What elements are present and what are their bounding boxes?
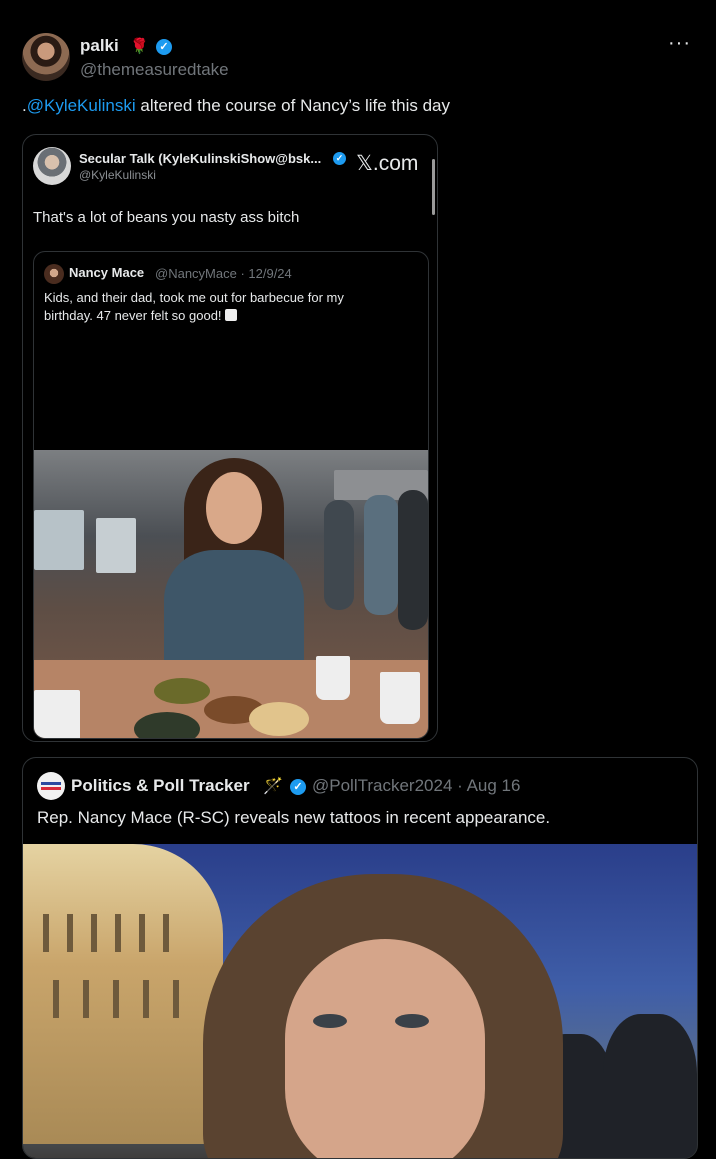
embed-tweet-text: That's a lot of beans you nasty ass bitc… (33, 209, 300, 226)
tweet-text: .@KyleKulinski altered the course of Nan… (22, 96, 450, 116)
window (96, 518, 136, 573)
poll-tracker-handle-date[interactable]: @PollTracker2024 · Aug 16 (312, 776, 520, 796)
quoted-handle-date[interactable]: @NancyMace · 12/9/24 (155, 266, 292, 281)
food-tray (154, 678, 210, 704)
background-person (398, 490, 428, 630)
author-handle[interactable]: @themeasuredtake (80, 60, 229, 80)
tree (603, 1014, 697, 1158)
embed-author-avatar[interactable] (33, 147, 71, 185)
column (113, 980, 119, 1018)
quoted-news-card[interactable]: Politics & Poll Tracker 🪄 ✓ @PollTracker… (22, 757, 698, 1159)
quote-card-text: Rep. Nancy Mace (R-SC) reveals new tatto… (37, 808, 551, 827)
avatar-stripe (41, 782, 61, 785)
embed-verified-icon: ✓ (333, 152, 346, 165)
tweet-text-rest: altered the course of Nancy’s life this … (135, 96, 450, 115)
embedded-tweet-card[interactable]: Secular Talk (KyleKulinskiShow@bsk... ✓ … (22, 134, 438, 742)
poll-tracker-name[interactable]: Politics & Poll Tracker (71, 776, 250, 796)
column (163, 914, 169, 952)
poll-tracker-avatar[interactable] (37, 772, 65, 800)
quoted-author-name[interactable]: Nancy Mace (69, 265, 144, 280)
background-person (324, 500, 354, 610)
poll-tracker-verified-icon: ✓ (290, 779, 306, 795)
window (34, 510, 84, 570)
eye (395, 1014, 429, 1028)
embed-scrollbar[interactable] (432, 159, 435, 215)
quoted-tweet-text-content: Kids, and their dad, took me out for bar… (44, 290, 344, 323)
food-tray (249, 702, 309, 736)
cup (380, 672, 420, 724)
barbecue-photo[interactable] (34, 450, 428, 738)
column (91, 914, 97, 952)
rose-emoji: 🌹 (130, 38, 149, 55)
woman-face (206, 472, 262, 544)
mention-link[interactable]: @KyleKulinski (27, 96, 136, 115)
author-name[interactable]: palki (80, 36, 119, 56)
quoted-tweet-text: Kids, and their dad, took me out for bar… (44, 289, 384, 325)
column (139, 914, 145, 952)
cup (316, 656, 350, 700)
embed-author-handle[interactable]: @KyleKulinski (79, 168, 156, 182)
woman-face (285, 939, 485, 1158)
x-logo-icon[interactable]: 𝕏.com (356, 151, 418, 176)
mace-photo[interactable] (23, 844, 697, 1158)
column (83, 980, 89, 1018)
quoted-tweet-card[interactable]: Nancy Mace @NancyMace · 12/9/24 Kids, an… (33, 251, 429, 739)
column (115, 914, 121, 952)
cake-icon (224, 309, 237, 321)
author-avatar[interactable] (22, 33, 70, 81)
column (53, 980, 59, 1018)
column (143, 980, 149, 1018)
cup (34, 690, 80, 738)
wand-icon: 🪄 (263, 778, 283, 795)
avatar-stripe (41, 787, 61, 790)
column (43, 914, 49, 952)
more-options-icon[interactable]: ··· (668, 32, 691, 55)
embed-author-name[interactable]: Secular Talk (KyleKulinskiShow@bsk... (79, 151, 321, 166)
verified-badge-icon: ✓ (156, 39, 172, 55)
column (67, 914, 73, 952)
food-tray (134, 712, 200, 738)
eye (313, 1014, 347, 1028)
column (173, 980, 179, 1018)
background-person (364, 495, 398, 615)
quoted-author-avatar[interactable] (44, 264, 64, 284)
